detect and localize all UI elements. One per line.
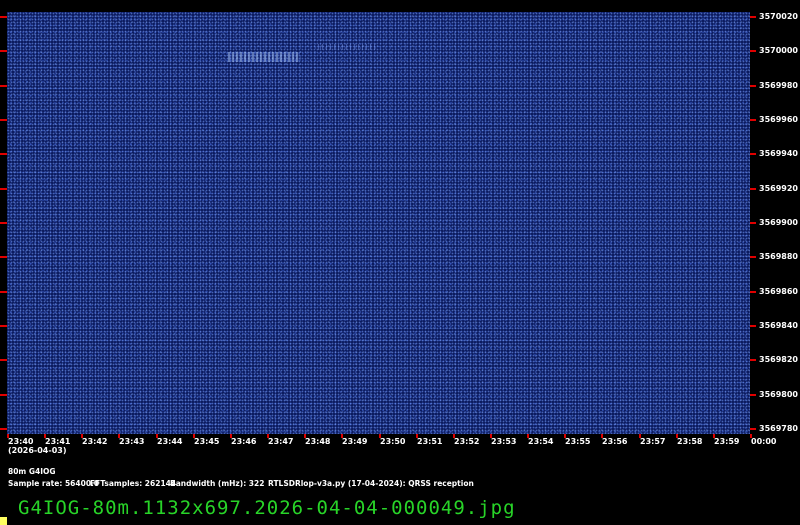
bandwidth-label: Bandwidth (mHz): 322 — [170, 479, 265, 488]
frequency-tick — [750, 222, 756, 224]
time-tick-label: 23:49 — [342, 437, 368, 446]
left-tick — [0, 16, 7, 18]
frequency-tick-label: 3570000 — [759, 46, 798, 55]
frequency-tick — [750, 291, 756, 293]
frequency-tick — [750, 153, 756, 155]
frequency-tick — [750, 119, 756, 121]
time-tick-label: 23:54 — [528, 437, 554, 446]
frequency-tick — [750, 359, 756, 361]
date-label: (2026-04-03) — [8, 446, 67, 455]
filename-banner: G4IOG-80m.1132x697.2026-04-04-000049.jpg — [18, 497, 516, 519]
left-tick — [0, 50, 7, 52]
frequency-tick-label: 3570020 — [759, 12, 798, 21]
time-tick-label: 23:45 — [194, 437, 220, 446]
left-tick — [0, 85, 7, 87]
time-tick-label: 23:43 — [119, 437, 145, 446]
cursor-block — [0, 517, 7, 525]
software-label: RTLSDRlop-v3a.py (17-04-2024): QRSS rece… — [268, 479, 474, 488]
frequency-tick — [750, 256, 756, 258]
time-tick-label: 23:55 — [565, 437, 591, 446]
frequency-tick — [750, 188, 756, 190]
qrss-signal-trace — [228, 52, 300, 62]
frequency-tick — [750, 394, 756, 396]
waterfall-spectrogram — [7, 12, 750, 434]
frequency-tick-label: 3569900 — [759, 218, 798, 227]
left-tick — [0, 153, 7, 155]
time-tick-label: 23:56 — [602, 437, 628, 446]
frequency-tick — [750, 428, 756, 430]
left-tick — [0, 222, 7, 224]
left-tick — [0, 394, 7, 396]
frequency-tick-label: 3569880 — [759, 252, 798, 261]
time-tick-label: 23:53 — [491, 437, 517, 446]
frequency-tick-label: 3569800 — [759, 390, 798, 399]
frequency-tick-label: 3569820 — [759, 355, 798, 364]
time-tick-label: 23:52 — [454, 437, 480, 446]
frequency-tick-label: 3569840 — [759, 321, 798, 330]
frequency-tick — [750, 50, 756, 52]
frequency-tick — [750, 16, 756, 18]
frequency-tick — [750, 325, 756, 327]
time-tick-label: 23:48 — [305, 437, 331, 446]
left-tick — [0, 119, 7, 121]
time-tick-label: 23:59 — [714, 437, 740, 446]
time-tick-label: 00:00 — [751, 437, 777, 446]
left-tick — [0, 256, 7, 258]
faint-signal-trace — [318, 44, 378, 50]
frequency-tick-label: 3569860 — [759, 287, 798, 296]
time-tick-label: 23:47 — [268, 437, 294, 446]
left-tick — [0, 359, 7, 361]
time-tick-label: 23:57 — [640, 437, 666, 446]
frequency-tick — [750, 85, 756, 87]
frequency-tick-label: 3569940 — [759, 149, 798, 158]
sample-rate-label: Sample rate: 56400.0 — [8, 479, 100, 488]
time-tick-label: 23:51 — [417, 437, 443, 446]
time-tick-label: 23:58 — [677, 437, 703, 446]
frequency-tick-label: 3569980 — [759, 81, 798, 90]
frequency-tick-label: 3569780 — [759, 424, 798, 433]
frequency-tick-label: 3569920 — [759, 184, 798, 193]
fft-samples-label: FFTsamples: 262144 — [90, 479, 177, 488]
time-tick-label: 23:42 — [82, 437, 108, 446]
time-tick-label: 23:46 — [231, 437, 257, 446]
left-tick — [0, 428, 7, 430]
left-tick — [0, 188, 7, 190]
time-tick-label: 23:44 — [157, 437, 183, 446]
left-tick — [0, 325, 7, 327]
left-tick — [0, 291, 7, 293]
station-label: 80m G4IOG — [8, 467, 56, 476]
frequency-tick-label: 3569960 — [759, 115, 798, 124]
time-tick-label: 23:50 — [380, 437, 406, 446]
